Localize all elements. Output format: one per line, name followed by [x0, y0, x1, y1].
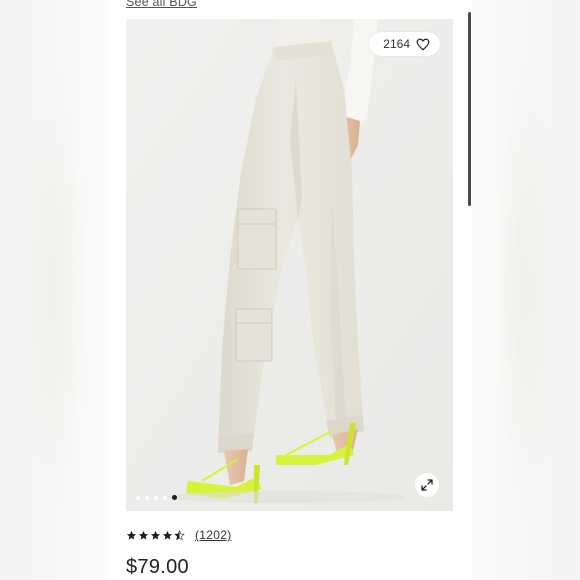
expand-icon	[421, 479, 433, 491]
product-page: See all BDG 2164 (1202) $79.00	[0, 0, 580, 580]
right-blurred-background	[472, 0, 580, 580]
favorite-count: 2164	[383, 37, 410, 51]
scrollbar[interactable]	[468, 12, 471, 206]
review-count-link[interactable]: (1202)	[195, 528, 232, 542]
product-rating: (1202)	[126, 528, 232, 542]
star-icon	[126, 530, 137, 540]
carousel-dots	[136, 495, 177, 500]
carousel-dot-active[interactable]	[172, 495, 177, 500]
star-icon	[138, 530, 149, 540]
heart-icon	[416, 38, 430, 50]
carousel-dot[interactable]	[163, 495, 167, 500]
star-icon	[162, 530, 173, 540]
product-price: $79.00	[126, 556, 189, 578]
rating-stars	[126, 529, 185, 541]
favorite-button[interactable]: 2164	[369, 32, 440, 56]
carousel-dot[interactable]	[136, 495, 140, 500]
zoom-button[interactable]	[415, 473, 439, 497]
half-star-icon	[174, 529, 185, 540]
see-all-brand-link[interactable]: See all BDG	[126, 0, 197, 9]
product-content: See all BDG 2164 (1202) $79.00	[108, 0, 472, 580]
product-photo	[126, 19, 453, 511]
carousel-dot[interactable]	[145, 495, 149, 500]
left-blurred-background	[0, 0, 108, 580]
product-image-carousel[interactable]: 2164	[126, 19, 453, 511]
star-icon	[150, 530, 161, 540]
carousel-dot[interactable]	[154, 495, 158, 500]
